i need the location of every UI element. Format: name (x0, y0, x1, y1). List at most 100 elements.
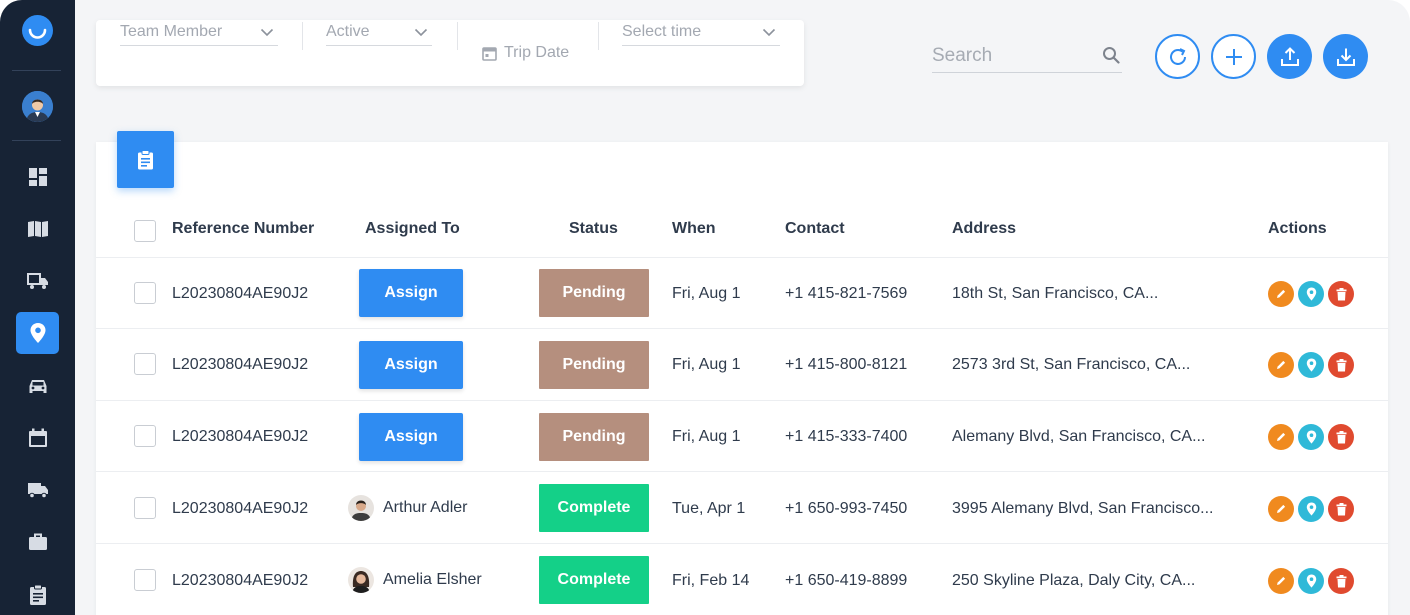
when-cell: Fri, Aug 1 (672, 285, 741, 302)
row-divider (96, 400, 1388, 401)
trash-icon (1336, 574, 1346, 587)
filter-divider (302, 22, 303, 50)
edit-button[interactable] (1268, 496, 1294, 522)
pencil-icon (1277, 504, 1286, 513)
assign-button[interactable]: Assign (359, 413, 463, 461)
sidebar-item-dashboard[interactable] (16, 156, 59, 198)
row-checkbox[interactable] (134, 353, 156, 375)
assignee[interactable]: Amelia Elsher (348, 567, 482, 593)
status-badge: Pending (539, 341, 649, 389)
row-checkbox[interactable] (134, 425, 156, 447)
contact-cell: +1 415-800-8121 (785, 356, 908, 373)
sidebar-item-reports[interactable] (16, 573, 59, 615)
assignee-name: Arthur Adler (383, 499, 468, 516)
address-cell: 250 Skyline Plaza, Daly City, CA... (952, 572, 1196, 589)
search-input[interactable]: Search (932, 42, 1122, 73)
search-icon[interactable] (1102, 46, 1120, 64)
row-checkbox[interactable] (134, 497, 156, 519)
edit-button[interactable] (1268, 281, 1294, 307)
sidebar-item-vehicles[interactable] (16, 365, 59, 407)
row-checkbox[interactable] (134, 282, 156, 304)
app-logo[interactable] (22, 15, 53, 46)
status-badge: Complete (539, 484, 649, 532)
locate-button[interactable] (1298, 281, 1324, 307)
active-filter-label: Active (326, 23, 370, 40)
status-badge: Pending (539, 413, 649, 461)
team-member-filter-label: Team Member (120, 23, 223, 40)
user-avatar[interactable] (22, 91, 53, 122)
delete-button[interactable] (1328, 568, 1354, 594)
location-pin-icon (1306, 574, 1316, 588)
address-cell: 2573 3rd St, San Francisco, CA... (952, 356, 1191, 373)
column-header-when[interactable]: When (672, 220, 716, 238)
column-header-assigned[interactable]: Assigned To (365, 220, 460, 238)
car-icon (29, 380, 46, 393)
edit-button[interactable] (1268, 424, 1294, 450)
download-icon (1336, 48, 1355, 66)
sidebar-item-calendar[interactable] (16, 417, 59, 459)
delete-button[interactable] (1328, 352, 1354, 378)
download-button[interactable] (1323, 34, 1368, 79)
delete-button[interactable] (1328, 424, 1354, 450)
assign-button[interactable]: Assign (359, 269, 463, 317)
locate-button[interactable] (1298, 568, 1324, 594)
contact-cell: +1 415-333-7400 (785, 428, 908, 445)
chevron-down-icon (762, 28, 776, 37)
upload-button[interactable] (1267, 34, 1312, 79)
when-cell: Tue, Apr 1 (672, 500, 746, 517)
assign-button[interactable]: Assign (359, 341, 463, 389)
sidebar-item-map[interactable] (16, 208, 59, 250)
clipboard-icon (29, 584, 46, 605)
reference-number: L20230804AE90J2 (172, 356, 309, 373)
orders-table-card (96, 142, 1388, 615)
column-header-status[interactable]: Status (569, 220, 618, 238)
column-header-address[interactable]: Address (952, 220, 1016, 238)
column-header-actions: Actions (1268, 220, 1327, 237)
edit-button[interactable] (1268, 352, 1294, 378)
sidebar-item-dispatch[interactable] (16, 260, 59, 302)
assignee-avatar (348, 567, 374, 593)
sidebar-item-jobs[interactable] (16, 521, 59, 563)
address-cell: Alemany Blvd, San Francisco, CA... (952, 428, 1206, 445)
locate-button[interactable] (1298, 496, 1324, 522)
sidebar-item-locations[interactable] (16, 312, 59, 354)
add-button[interactable] (1211, 34, 1256, 79)
row-checkbox[interactable] (134, 569, 156, 591)
sidebar-item-fleet[interactable] (16, 469, 59, 511)
active-filter[interactable]: Active (326, 22, 432, 46)
row-divider (96, 328, 1388, 329)
locate-button[interactable] (1298, 352, 1324, 378)
team-member-filter[interactable]: Team Member (120, 22, 278, 46)
trip-date-filter[interactable]: Trip Date (482, 44, 569, 62)
select-all-checkbox[interactable] (134, 220, 156, 242)
plus-icon (1225, 48, 1242, 65)
reference-number: L20230804AE90J2 (172, 500, 309, 517)
reference-number: L20230804AE90J2 (172, 572, 309, 589)
column-header-reference[interactable]: Reference Number (172, 220, 314, 238)
assignee[interactable]: Arthur Adler (348, 495, 467, 521)
select-time-filter[interactable]: Select time (622, 22, 780, 46)
refresh-icon (1169, 47, 1186, 65)
assignee-name: Amelia Elsher (383, 571, 482, 588)
search-placeholder: Search (932, 45, 993, 66)
status-badge: Pending (539, 269, 649, 317)
column-header-contact[interactable]: Contact (785, 220, 845, 238)
when-cell: Fri, Feb 14 (672, 572, 750, 589)
filter-divider (457, 22, 458, 50)
delete-button[interactable] (1328, 496, 1354, 522)
refresh-button[interactable] (1155, 34, 1200, 79)
edit-button[interactable] (1268, 568, 1294, 594)
trash-icon (1336, 430, 1346, 443)
select-time-label: Select time (622, 23, 702, 40)
delete-button[interactable] (1328, 281, 1354, 307)
filter-divider (598, 22, 599, 50)
row-divider (96, 257, 1388, 258)
locate-button[interactable] (1298, 424, 1324, 450)
trash-icon (1336, 358, 1346, 371)
map-icon (27, 221, 48, 237)
row-divider (96, 543, 1388, 544)
sidebar-divider (12, 70, 61, 71)
contact-cell: +1 650-993-7450 (785, 500, 908, 517)
status-badge: Complete (539, 556, 649, 604)
pencil-icon (1277, 289, 1286, 298)
